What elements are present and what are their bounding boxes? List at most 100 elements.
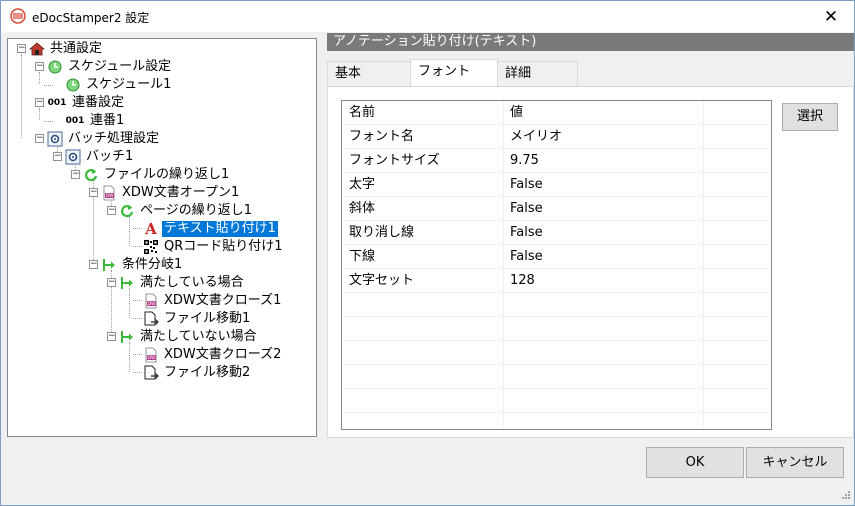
tree-node-label: QRコード貼り付け1 xyxy=(164,239,283,254)
number-001-icon: 001 xyxy=(65,116,85,126)
tree-node-label: スケジュール1 xyxy=(86,77,172,92)
branch-icon xyxy=(101,257,117,273)
tree-node-schedule-settings[interactable]: スケジュール設定 xyxy=(47,58,173,76)
tree-node-file-move-2[interactable]: ファイル移動2 xyxy=(143,364,252,382)
tree-node-schedule-1[interactable]: スケジュール1 xyxy=(65,76,173,94)
tree-node-label: 条件分岐1 xyxy=(122,257,183,272)
tree-node-label: テキスト貼り付け1 xyxy=(162,221,278,237)
expander-collapse[interactable]: − xyxy=(35,62,44,71)
property-name: 取り消し線 xyxy=(349,225,415,240)
table-row[interactable]: フォントサイズ 9.75 xyxy=(342,149,771,173)
tree-node-qr-paste-1[interactable]: QRコード貼り付け1 xyxy=(143,238,285,256)
expander-collapse[interactable]: − xyxy=(107,278,116,287)
xdw-document-icon: DW xyxy=(143,347,159,363)
qr-code-icon xyxy=(143,239,159,255)
tree-node-text-paste-1[interactable]: A テキスト貼り付け1 xyxy=(143,220,278,238)
table-row-empty xyxy=(342,389,771,413)
xdw-document-icon: DW xyxy=(143,293,159,309)
clock-icon xyxy=(65,77,81,93)
branch-icon xyxy=(119,275,135,291)
table-row[interactable]: フォント名 メイリオ xyxy=(342,125,771,149)
tree-node-label: 満たしている場合 xyxy=(140,275,244,290)
select-font-button[interactable]: 選択 xyxy=(782,103,838,131)
tree-node-batch-1[interactable]: バッチ1 xyxy=(65,148,135,166)
property-grid[interactable]: 名前 値 フォント名 メイリオ フォントサイズ 9.75 太字 False 斜体… xyxy=(341,100,772,430)
batch-gear-icon xyxy=(47,131,63,147)
svg-text:DW: DW xyxy=(148,355,156,361)
expander-collapse[interactable]: − xyxy=(35,134,44,143)
svg-text:DW: DW xyxy=(106,193,114,199)
tree-node-label: ファイルの繰り返し1 xyxy=(104,167,230,182)
cancel-button[interactable]: キャンセル xyxy=(746,447,844,478)
tree-node-label: バッチ1 xyxy=(86,149,134,164)
tree-node-label: XDW文書クローズ1 xyxy=(164,293,282,308)
property-value: False xyxy=(510,201,543,216)
expander-collapse[interactable]: − xyxy=(71,170,80,179)
expander-collapse[interactable]: − xyxy=(53,152,62,161)
property-value: False xyxy=(510,177,543,192)
tree-node-label: ページの繰り返し1 xyxy=(140,203,253,218)
tree-node-label: 共通設定 xyxy=(50,41,103,56)
table-row[interactable]: 下線 False xyxy=(342,245,771,269)
property-name: フォントサイズ xyxy=(349,153,440,168)
resize-grip-icon[interactable] xyxy=(839,490,851,502)
column-header-value: 値 xyxy=(510,105,524,120)
panel-header: アノテーション貼り付け(テキスト) xyxy=(327,33,854,51)
tree-node-label: ファイル移動2 xyxy=(164,365,251,380)
tree-node-page-loop-1[interactable]: ページの繰り返し1 xyxy=(119,202,254,220)
property-value: 128 xyxy=(510,273,535,288)
expander-collapse[interactable]: − xyxy=(17,44,26,53)
table-row[interactable]: 文字セット 128 xyxy=(342,269,771,293)
tree-node-batch-settings[interactable]: バッチ処理設定 xyxy=(47,130,161,148)
tree-node-label: 満たしていない場合 xyxy=(140,329,257,344)
tree-node-label: バッチ処理設定 xyxy=(68,131,160,146)
tree-node-xdw-open-1[interactable]: DW XDW文書オープン1 xyxy=(101,184,241,202)
title-bar[interactable]: eDocStamper2 設定 ✕ xyxy=(1,1,854,32)
property-value: メイリオ xyxy=(510,129,563,144)
tree-node-sequence-settings[interactable]: 001 連番設定 xyxy=(47,94,126,112)
font-tab-panel: 名前 値 フォント名 メイリオ フォントサイズ 9.75 太字 False 斜体… xyxy=(327,86,854,438)
tab-basic[interactable]: 基本 xyxy=(327,61,411,86)
loop-icon xyxy=(119,203,135,219)
tree-node-condition-false[interactable]: 満たしていない場合 xyxy=(119,328,259,346)
expander-collapse[interactable]: − xyxy=(107,332,116,341)
table-row-empty xyxy=(342,293,771,317)
table-row[interactable]: 太字 False xyxy=(342,173,771,197)
tree-node-file-loop-1[interactable]: ファイルの繰り返し1 xyxy=(83,166,231,184)
file-move-icon xyxy=(143,365,159,381)
settings-tree[interactable]: − − − − − − − − − − − 共通設定 スケジュール設定 スケジュ… xyxy=(7,38,317,437)
tree-node-sequence-1[interactable]: 001 連番1 xyxy=(65,112,126,130)
tab-details[interactable]: 詳細 xyxy=(497,61,578,86)
expander-collapse[interactable]: − xyxy=(107,206,116,215)
table-row-empty xyxy=(342,341,771,365)
branch-icon xyxy=(119,329,135,345)
ok-button[interactable]: OK xyxy=(646,447,744,478)
tree-node-file-move-1[interactable]: ファイル移動1 xyxy=(143,310,252,328)
property-value: False xyxy=(510,249,543,264)
tree-node-xdw-close-1[interactable]: DW XDW文書クローズ1 xyxy=(143,292,283,310)
house-icon xyxy=(29,41,45,57)
file-move-icon xyxy=(143,311,159,327)
expander-collapse[interactable]: − xyxy=(89,188,98,197)
tree-node-label: スケジュール設定 xyxy=(68,59,172,74)
window-title: eDocStamper2 設定 xyxy=(32,11,150,25)
close-button[interactable]: ✕ xyxy=(808,1,854,32)
close-icon: ✕ xyxy=(823,6,839,27)
table-row[interactable]: 斜体 False xyxy=(342,197,771,221)
tree-node-branch-1[interactable]: 条件分岐1 xyxy=(101,256,184,274)
text-a-icon: A xyxy=(145,220,157,238)
tree-node-common-settings[interactable]: 共通設定 xyxy=(29,40,104,58)
tree-node-condition-true[interactable]: 満たしている場合 xyxy=(119,274,246,292)
table-row-empty xyxy=(342,365,771,389)
table-row-empty xyxy=(342,317,771,341)
property-value: False xyxy=(510,225,543,240)
property-name: 文字セット xyxy=(349,273,415,288)
tab-font[interactable]: フォント xyxy=(410,59,498,86)
clock-icon xyxy=(47,59,63,75)
tree-node-label: 連番1 xyxy=(90,113,125,128)
tree-node-xdw-close-2[interactable]: DW XDW文書クローズ2 xyxy=(143,346,283,364)
expander-collapse[interactable]: − xyxy=(89,260,98,269)
property-value: 9.75 xyxy=(510,153,539,168)
table-row[interactable]: 取り消し線 False xyxy=(342,221,771,245)
expander-collapse[interactable]: − xyxy=(35,98,44,107)
